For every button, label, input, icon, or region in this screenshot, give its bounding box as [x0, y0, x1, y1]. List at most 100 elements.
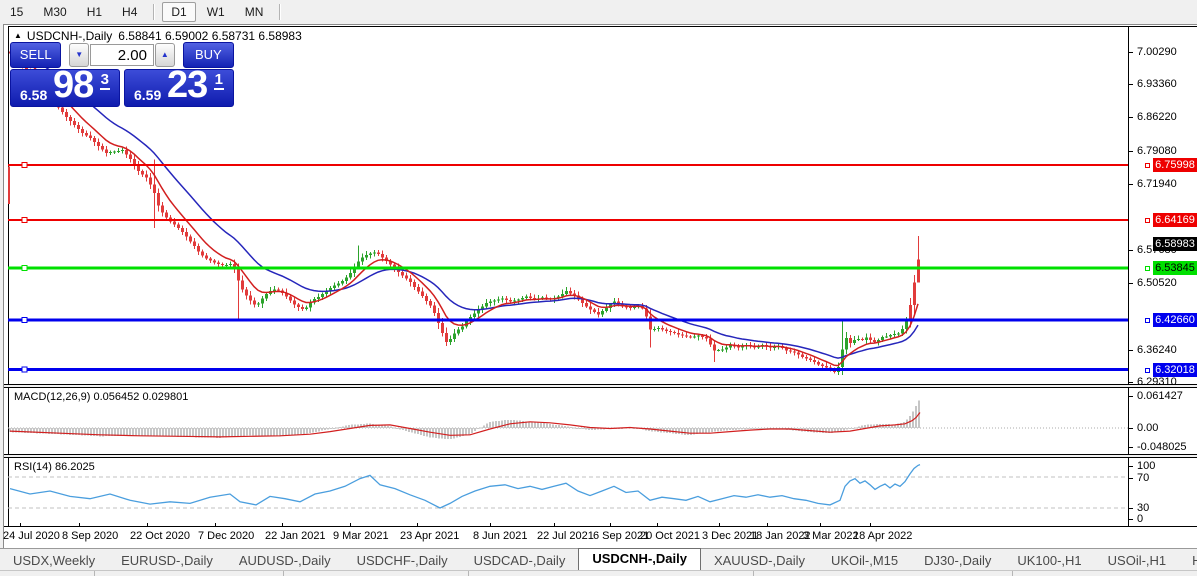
rsi-value: 86.2025 [55, 461, 95, 473]
status-divider [1012, 571, 1013, 576]
time-tick [282, 523, 283, 526]
time-tick-label: 20 Oct 2021 [640, 530, 700, 542]
rsi-tick-dash [1129, 466, 1133, 467]
mt4-application: 15M30H1H4 D1W1MN ▲USDCNH-,Daily6.58841 6.… [0, 0, 1197, 576]
timeframe-button-w1[interactable]: W1 [198, 2, 234, 22]
hline-handle-right[interactable] [1145, 266, 1150, 271]
price-tick-dash [1129, 84, 1133, 85]
symbol-tab-xauusd-daily[interactable]: XAUUSD-,Daily [701, 551, 818, 570]
rsi-pane[interactable] [8, 458, 1128, 526]
buy-price-display[interactable]: 6.59 23 1 [124, 69, 234, 107]
symbol-tab-usdchf-daily[interactable]: USDCHF-,Daily [344, 551, 461, 570]
price-tick-dash [1129, 184, 1133, 185]
status-divider [283, 571, 284, 576]
symbol-tab-uk100-h1[interactable]: UK100-,H1 [1004, 551, 1094, 570]
macd-tick-label: 0.00 [1137, 422, 1158, 434]
time-tick [820, 523, 821, 526]
macd-signal-value: 0.029801 [142, 391, 188, 403]
volume-input[interactable] [90, 44, 154, 66]
hline-6.53845[interactable] [8, 267, 1128, 270]
hline-handle-left[interactable] [22, 266, 27, 271]
symbol-tab-usdx-weekly[interactable]: USDX,Weekly [0, 551, 108, 570]
timeframe-button-mn[interactable]: MN [236, 2, 273, 22]
rsi-tick-label: 100 [1137, 460, 1155, 472]
time-tick-label: 18 Jan 2022 [750, 530, 811, 542]
hline-6.42660[interactable] [8, 319, 1128, 322]
hline-handle-left[interactable] [22, 318, 27, 323]
time-tick-label: 24 Jul 2020 [3, 530, 60, 542]
price-badge-6.42660: 6.42660 [1153, 313, 1197, 327]
price-tick-label: 6.29310 [1137, 376, 1177, 388]
symbol-tab-usoil-h1[interactable]: USOil-,H1 [1095, 551, 1180, 570]
time-tick-label: 18 Apr 2022 [853, 530, 912, 542]
sell-price-pips: 98 [53, 64, 93, 107]
time-tick [657, 523, 658, 526]
symbol-tab-hk50-h1[interactable]: HK50-,H1 [1179, 551, 1197, 570]
time-tick-label: 22 Jan 2021 [265, 530, 326, 542]
price-tick-dash [1129, 117, 1133, 118]
time-tick [554, 523, 555, 526]
chart-title: ▲USDCNH-,Daily6.58841 6.59002 6.58731 6.… [14, 29, 302, 43]
price-axis[interactable]: 7.002906.933606.862206.790806.719406.576… [1129, 26, 1197, 527]
symbol-tab-usdcnh-daily[interactable]: USDCNH-,Daily [578, 548, 701, 570]
symbol-tab-eurusd-daily[interactable]: EURUSD-,Daily [108, 551, 226, 570]
sell-price-display[interactable]: 6.58 98 3 [10, 69, 120, 107]
price-badge-6.32018: 6.32018 [1153, 363, 1197, 377]
buy-price-pips: 23 [167, 64, 207, 107]
symbol-tab-ukoil-m15[interactable]: UKOil-,M15 [818, 551, 911, 570]
hline-handle-left[interactable] [22, 218, 27, 223]
timeframe-button-d1[interactable]: D1 [162, 2, 195, 22]
symbol-tab-dj30-daily[interactable]: DJ30-,Daily [911, 551, 1004, 570]
status-divider [753, 571, 754, 576]
price-tick-label: 6.86220 [1137, 111, 1177, 123]
time-tick [20, 523, 21, 526]
time-tick-label: 8 Sep 2020 [62, 530, 118, 542]
price-tick-label: 6.79080 [1137, 145, 1177, 157]
time-tick [719, 523, 720, 526]
symbol-tab-usdcad-daily[interactable]: USDCAD-,Daily [461, 551, 579, 570]
hline-6.75998[interactable] [8, 164, 1128, 166]
rsi-line[interactable] [10, 465, 920, 508]
rsi-tick-dash [1129, 478, 1133, 479]
price-tick-label: 6.93360 [1137, 78, 1177, 90]
toolbar-separator [279, 4, 281, 20]
hline-handle-right[interactable] [1145, 163, 1150, 168]
timeframe-button-h4[interactable]: H4 [113, 2, 146, 22]
time-tick [870, 523, 871, 526]
macd-tick-label: -0.048025 [1137, 441, 1187, 453]
hline-handle-left[interactable] [22, 367, 27, 372]
buy-price-point: 1 [214, 71, 224, 90]
price-badge-6.64169: 6.64169 [1153, 213, 1197, 227]
rsi-tick-label: 0 [1137, 513, 1143, 525]
timeframe-button-h1[interactable]: H1 [78, 2, 111, 22]
sell-price-point: 3 [100, 71, 110, 90]
hline-handle-right[interactable] [1145, 318, 1150, 323]
price-tick-dash [1129, 250, 1133, 251]
status-strip [0, 570, 1197, 576]
time-tick [610, 523, 611, 526]
symbol-tab-audusd-daily[interactable]: AUDUSD-,Daily [226, 551, 344, 570]
macd-tick-label: 0.061427 [1137, 390, 1183, 402]
hline-6.64169[interactable] [8, 219, 1128, 221]
timeframe-button-m30[interactable]: M30 [34, 2, 75, 22]
macd-main-value: 0.056452 [93, 391, 139, 403]
chart-frame-bottom [4, 526, 1197, 527]
one-click-trading-panel: SELL ▼ ▲ BUY 6.58 98 3 6.59 23 1 [10, 42, 234, 107]
symbol-tab-bar: USDX,WeeklyEURUSD-,DailyAUDUSD-,DailyUSD… [0, 548, 1197, 570]
macd-tick-dash [1129, 428, 1133, 429]
buy-price-integer: 6.59 [134, 87, 161, 103]
macd-tick-dash [1129, 396, 1133, 397]
hline-handle-left[interactable] [22, 163, 27, 168]
hline-handle-right[interactable] [1145, 218, 1150, 223]
price-tick-dash [1129, 283, 1133, 284]
hline-handle-right[interactable] [1145, 368, 1150, 373]
time-tick [350, 523, 351, 526]
time-tick [417, 523, 418, 526]
price-tick-dash [1129, 382, 1133, 383]
collapse-marker-icon[interactable]: ▲ [14, 31, 22, 40]
price-tick-dash [1129, 52, 1133, 53]
price-tick-label: 6.36240 [1137, 344, 1177, 356]
timeframe-button-15[interactable]: 15 [1, 2, 32, 22]
hline-6.32018[interactable] [8, 368, 1128, 371]
rsi-tick-dash [1129, 508, 1133, 509]
